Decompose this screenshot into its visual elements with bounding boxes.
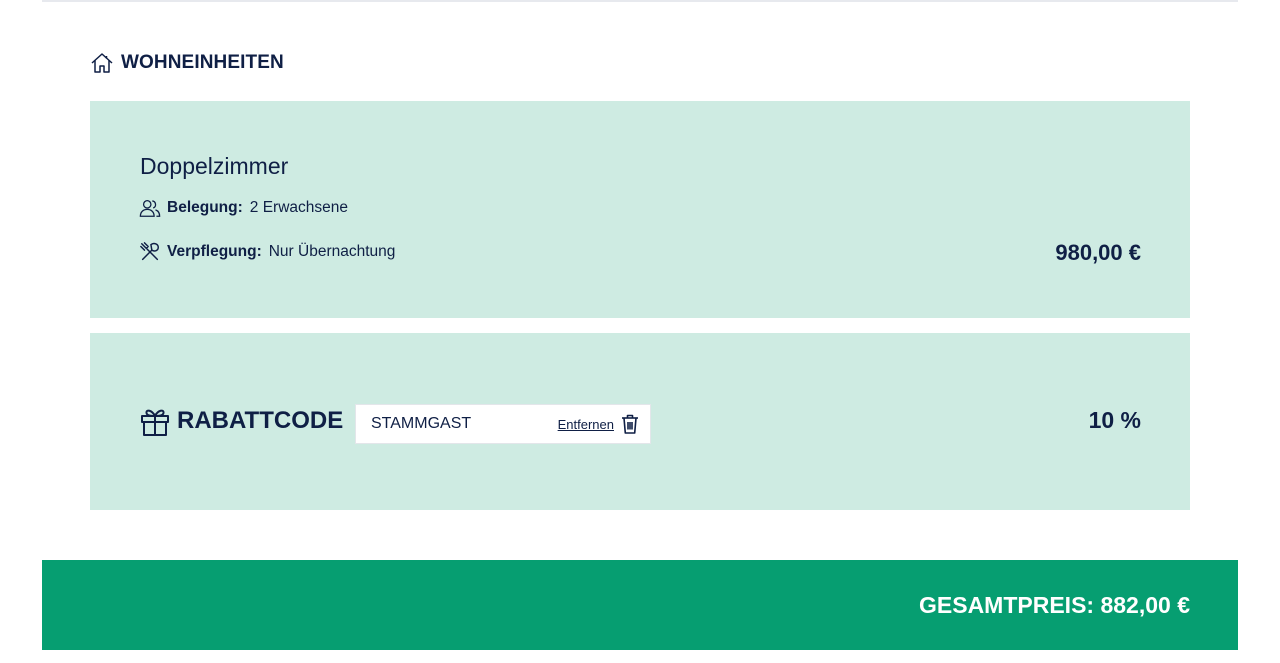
occupancy-row: Belegung: 2 Erwachsene [139, 197, 348, 219]
occupancy-label: Belegung: [167, 199, 243, 216]
section-title: WOHNEINHEITEN [121, 52, 284, 73]
discount-value: 10 % [1088, 407, 1141, 433]
discount-heading: RABATTCODE [139, 405, 343, 437]
discount-card: RABATTCODE STAMMGAST Entfernen 10 % [90, 333, 1190, 510]
room-price: 980,00 € [1055, 240, 1141, 265]
gift-icon [141, 409, 169, 436]
discount-code-value: STAMMGAST [371, 415, 472, 432]
room-card: Doppelzimmer Belegung: 2 Erwachsene Verp… [90, 101, 1190, 318]
board-value: Nur Übernachtung [268, 243, 396, 260]
board-label: Verpflegung: [167, 243, 262, 260]
remove-code-link[interactable]: Entfernen [558, 417, 614, 432]
board-row: Verpflegung: Nur Übernachtung [139, 241, 395, 263]
utensils-icon [140, 242, 159, 261]
house-icon [91, 53, 113, 73]
trash-icon[interactable] [621, 414, 639, 434]
discount-title: RABATTCODE [177, 407, 344, 434]
occupancy-value: 2 Erwachsene [249, 199, 349, 216]
room-name: Doppelzimmer [140, 153, 289, 179]
people-icon [139, 200, 161, 217]
total-bar: GESAMTPREIS: 882,00 € [42, 560, 1238, 650]
discount-code-field: STAMMGAST Entfernen [355, 404, 651, 444]
top-divider [42, 0, 1238, 2]
total-price: GESAMTPREIS: 882,00 € [919, 592, 1190, 618]
section-heading: WOHNEINHEITEN [90, 50, 284, 76]
